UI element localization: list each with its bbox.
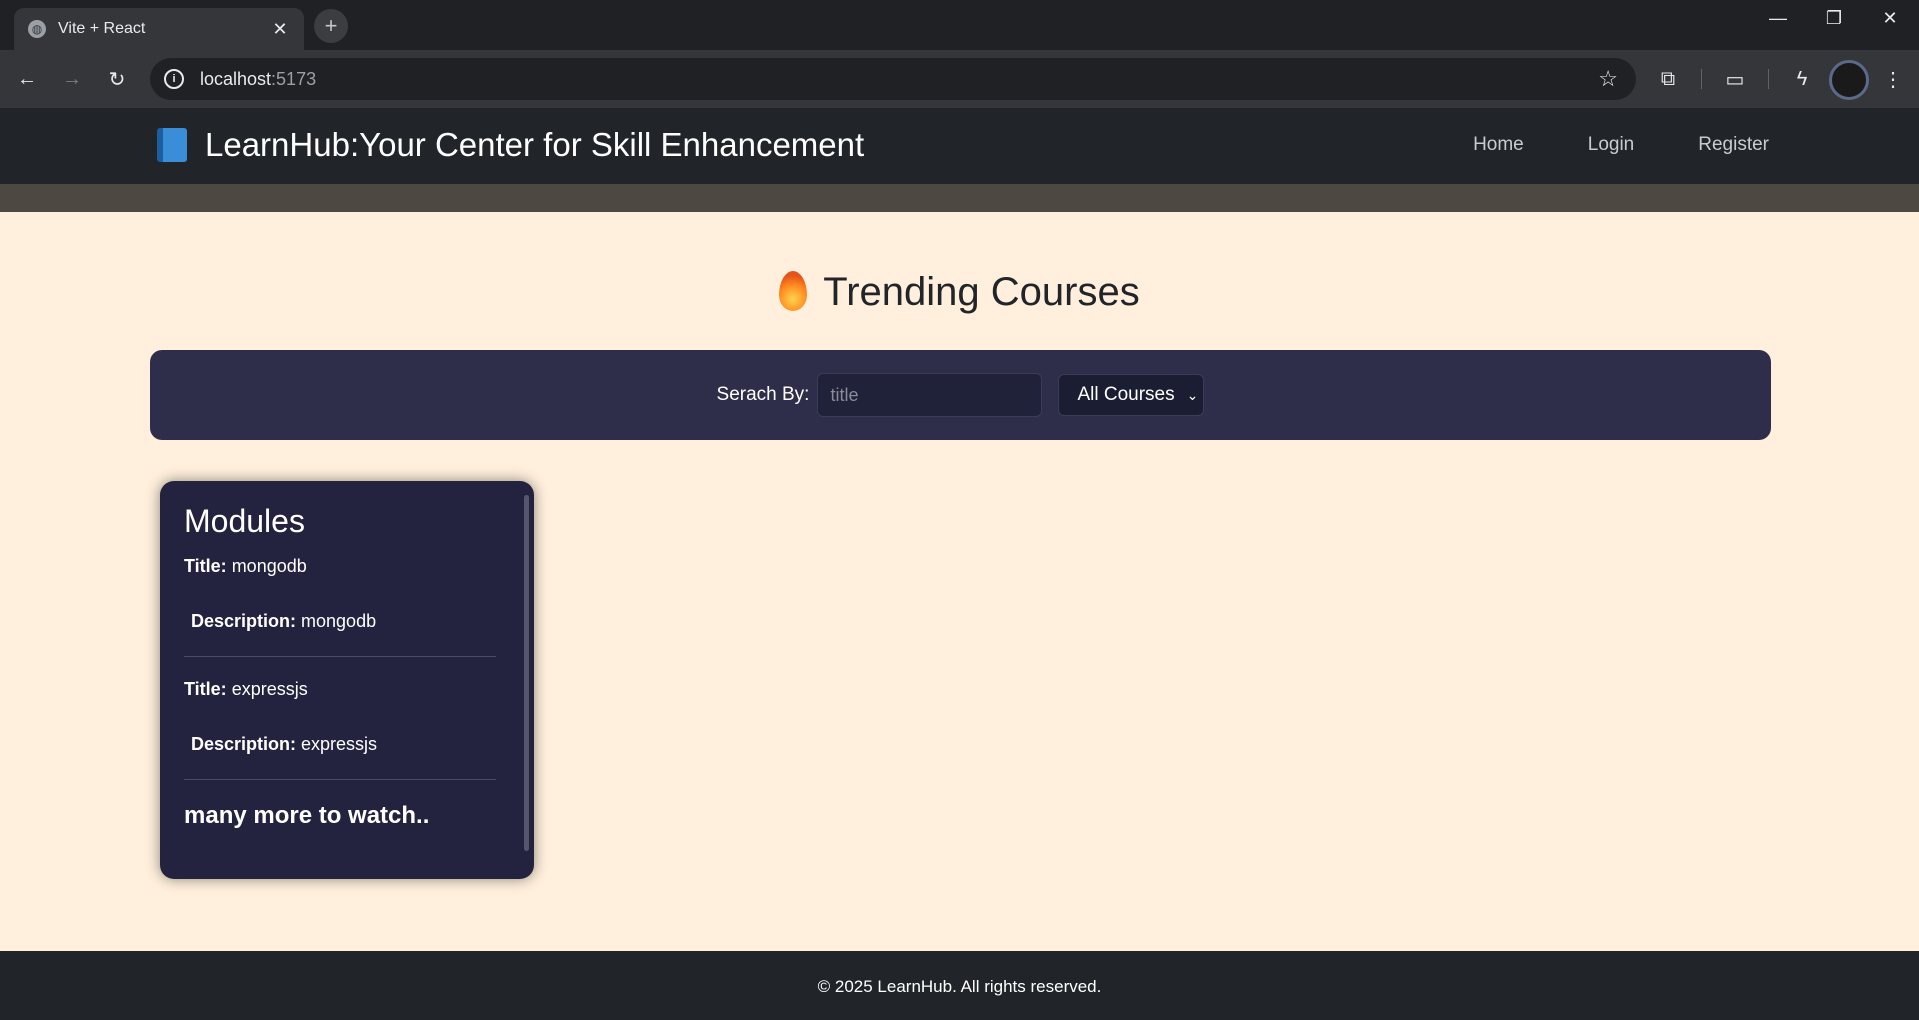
title-label: Title:	[184, 556, 227, 576]
more-modules-text: many more to watch..	[184, 802, 430, 829]
toolbar-divider	[1768, 69, 1769, 89]
page-title: Trending Courses	[0, 270, 1919, 315]
header-strip	[0, 184, 1919, 212]
fire-icon	[779, 271, 808, 311]
page-title-text: Trending Courses	[823, 270, 1140, 314]
site-info-icon[interactable]: i	[164, 69, 184, 89]
module-title: Title: expressjs	[184, 679, 510, 700]
browser-tab-strip: ◍ Vite + React ✕ + — ❐ ✕	[0, 0, 1919, 50]
reload-icon[interactable]: ↻	[102, 64, 132, 94]
bookmark-star-icon[interactable]: ☆	[1598, 66, 1618, 92]
footer-text: © 2025 LearnHub. All rights reserved.	[817, 977, 1102, 996]
course-card[interactable]: Modules Title: mongodb Description: mong…	[160, 481, 534, 879]
profile-avatar[interactable]	[1829, 60, 1869, 100]
back-icon[interactable]: ←	[12, 64, 42, 94]
menu-kebab-icon[interactable]: ⋮	[1878, 64, 1908, 94]
module-title-value: expressjs	[231, 679, 308, 699]
footer: © 2025 LearnHub. All rights reserved.	[0, 951, 1919, 1020]
card-scrollbar[interactable]	[524, 495, 529, 851]
nav-login[interactable]: Login	[1588, 134, 1635, 156]
module-title-value: mongodb	[231, 556, 307, 576]
globe-icon: ◍	[28, 20, 46, 38]
brand[interactable]: LearnHub:Your Center for Skill Enhanceme…	[157, 126, 864, 164]
chevron-down-icon: ⌄	[1186, 386, 1199, 403]
description-label: Description:	[191, 734, 297, 754]
search-bar: Serach By: All Courses ⌄	[150, 350, 1771, 440]
toolbar-divider	[1701, 69, 1702, 89]
nav-register[interactable]: Register	[1698, 134, 1769, 156]
book-icon	[157, 128, 187, 162]
app-header: LearnHub:Your Center for Skill Enhanceme…	[0, 108, 1919, 184]
url-port: :5173	[271, 68, 317, 89]
restore-icon[interactable]: ❐	[1814, 8, 1854, 29]
close-tab-icon[interactable]: ✕	[270, 19, 290, 40]
module-description-value: mongodb	[301, 611, 377, 631]
extensions-icon[interactable]: ⧉	[1653, 64, 1683, 94]
search-input[interactable]	[817, 373, 1043, 417]
performance-icon[interactable]: ϟ	[1787, 64, 1817, 94]
media-icon[interactable]: ▭	[1720, 64, 1750, 94]
module-divider	[184, 656, 496, 657]
close-window-icon[interactable]: ✕	[1870, 8, 1910, 29]
module-divider	[184, 779, 496, 780]
module-description-value: expressjs	[301, 734, 378, 754]
new-tab-button[interactable]: +	[314, 9, 348, 43]
url-host: localhost	[200, 68, 272, 89]
card-heading: Modules	[184, 503, 305, 539]
browser-toolbar: ← → ↻ i localhost:5173 ☆ ⧉ ▭ ϟ ⋮	[0, 50, 1919, 108]
module-description: Description: mongodb	[184, 611, 510, 632]
nav-home[interactable]: Home	[1473, 134, 1524, 156]
description-label: Description:	[191, 611, 297, 631]
search-label: Serach By:	[716, 384, 810, 405]
browser-tab[interactable]: ◍ Vite + React ✕	[14, 8, 304, 50]
title-label: Title:	[184, 679, 227, 699]
minimize-icon[interactable]: —	[1758, 8, 1798, 29]
module-title: Title: mongodb	[184, 556, 510, 577]
address-bar[interactable]: i localhost:5173 ☆	[150, 58, 1636, 100]
module-description: Description: expressjs	[184, 734, 510, 755]
tab-title: Vite + React	[58, 20, 146, 37]
brand-title: LearnHub:Your Center for Skill Enhanceme…	[205, 126, 865, 163]
main-nav: Home Login Register	[1473, 134, 1769, 156]
course-filter-select[interactable]: All Courses ⌄	[1058, 374, 1205, 416]
course-filter-value: All Courses	[1077, 384, 1175, 405]
forward-icon[interactable]: →	[57, 64, 87, 94]
